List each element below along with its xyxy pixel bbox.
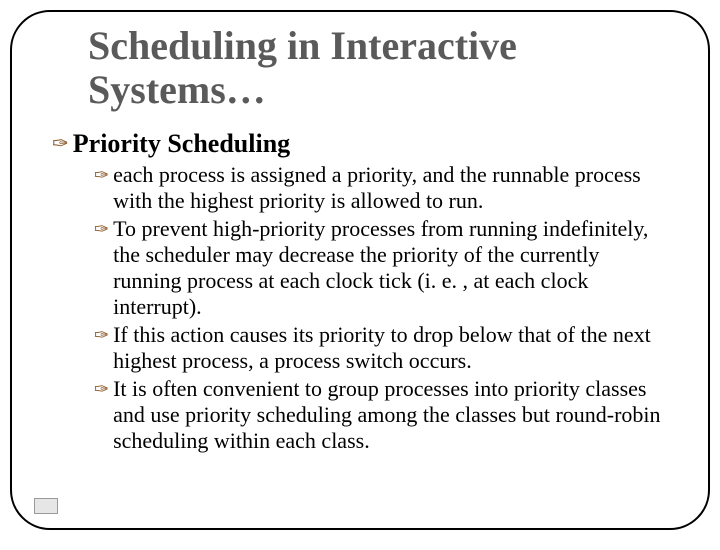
slide-frame: Scheduling in Interactive Systems… ✑ Pri… [10, 10, 710, 530]
slide-title: Scheduling in Interactive Systems… [88, 24, 668, 112]
slide-number-placeholder [34, 498, 58, 514]
bullet-list: ✑ each process is assigned a priority, a… [94, 162, 668, 454]
list-item: ✑ To prevent high-priority processes fro… [94, 216, 668, 320]
section-heading-row: ✑ Priority Scheduling [52, 130, 668, 158]
bullet-icon: ✑ [52, 130, 69, 158]
bullet-icon: ✑ [94, 216, 109, 242]
list-item: ✑ It is often convenient to group proces… [94, 376, 668, 454]
list-item-text: It is often convenient to group processe… [113, 376, 668, 454]
bullet-icon: ✑ [94, 162, 109, 188]
bullet-icon: ✑ [94, 376, 109, 402]
section-heading: Priority Scheduling [73, 130, 290, 158]
list-item: ✑ If this action causes its priority to … [94, 322, 668, 374]
list-item-text: To prevent high-priority processes from … [113, 216, 668, 320]
list-item: ✑ each process is assigned a priority, a… [94, 162, 668, 214]
bullet-icon: ✑ [94, 322, 109, 348]
list-item-text: each process is assigned a priority, and… [113, 162, 668, 214]
list-item-text: If this action causes its priority to dr… [113, 322, 668, 374]
